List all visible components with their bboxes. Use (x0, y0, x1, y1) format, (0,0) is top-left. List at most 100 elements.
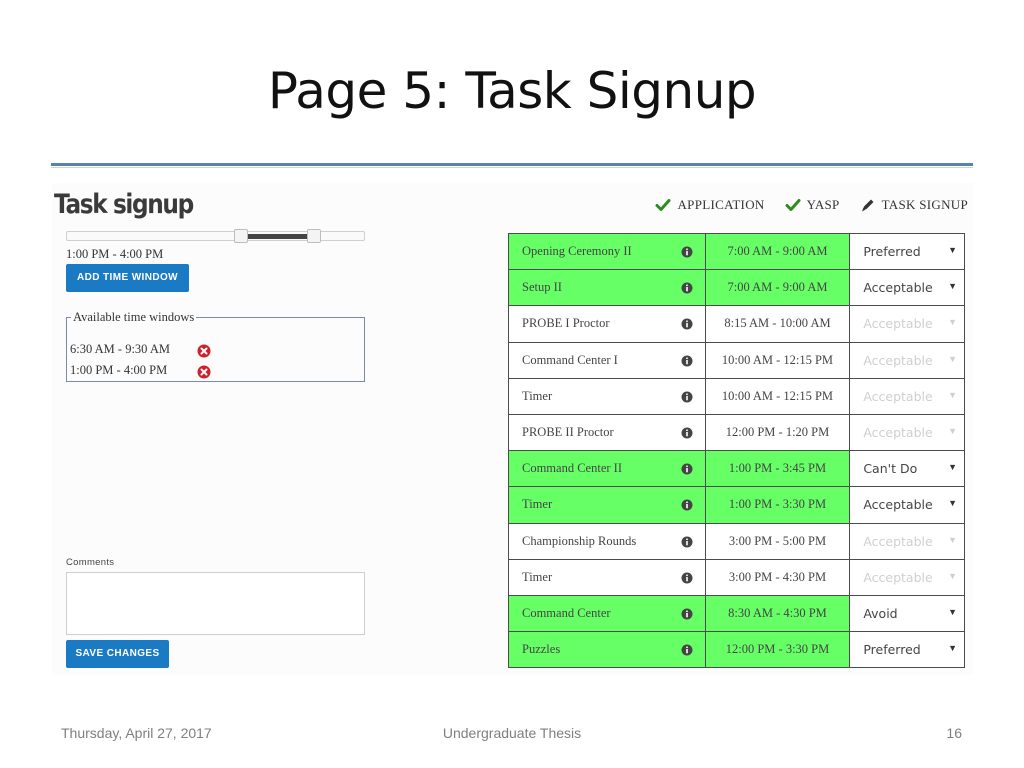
remove-icon[interactable] (197, 344, 211, 358)
info-icon[interactable] (681, 282, 693, 294)
info-icon[interactable] (681, 608, 693, 620)
task-signup-screenshot: Task signup APPLICATION YASP TASK SIGNUP… (52, 183, 973, 675)
step-label: YASP (806, 197, 840, 212)
info-icon[interactable] (681, 572, 693, 584)
pencil-icon (861, 199, 874, 212)
preference-select: Acceptable ▼ (849, 558, 965, 596)
task-time: 12:00 PM - 3:30 PM (704, 631, 851, 669)
info-icon[interactable] (681, 536, 693, 548)
preference-select: Acceptable ▼ (849, 341, 965, 379)
preference-value: Preferred (863, 244, 921, 259)
add-time-window-button[interactable]: ADD TIME WINDOW (66, 264, 189, 292)
task-name-cell: Opening Ceremony II (508, 232, 706, 271)
slide-title: Page 5: Task Signup (267, 62, 757, 120)
task-time: 3:00 PM - 5:00 PM (704, 522, 851, 560)
preference-select[interactable]: Preferred ▼ (849, 232, 965, 271)
step-task-signup[interactable]: TASK SIGNUP (860, 197, 968, 213)
task-row: Opening Ceremony II 7:00 AM - 9:00 AM Pref… (508, 232, 965, 271)
dropdown-arrow-icon: ▼ (948, 389, 957, 400)
time-range-slider[interactable] (66, 229, 365, 243)
task-name-cell: Timer (508, 558, 706, 596)
preference-select[interactable]: Acceptable ▼ (849, 269, 965, 307)
task-time: 10:00 AM - 12:15 PM (704, 341, 851, 379)
task-row: Setup II 7:00 AM - 9:00 AM Acceptable ▼ (508, 269, 965, 307)
task-name: Command Center I (522, 352, 618, 367)
preference-select: Acceptable ▼ (849, 522, 965, 560)
task-name-cell: Command Center II (508, 450, 706, 488)
task-name: Command Center II (522, 461, 622, 476)
task-row: Command Center 8:30 AM - 4:30 PM Avoid ▼ (508, 594, 965, 633)
comments-textarea[interactable] (66, 572, 365, 635)
preference-select[interactable]: Acceptable ▼ (849, 486, 965, 524)
task-row: Timer 10:00 AM - 12:15 PM Acceptable ▼ (508, 377, 965, 415)
available-windows-legend: Available time windows (71, 310, 197, 325)
task-name-cell: Setup II (508, 269, 706, 307)
footer-title: Undergraduate Thesis (442, 725, 582, 741)
available-windows-box: Available time windows 6:30 AM - 9:30 AM… (66, 310, 365, 382)
preference-select[interactable]: Avoid ▼ (849, 594, 965, 633)
preference-value: Acceptable (863, 569, 933, 585)
remove-icon[interactable] (197, 365, 211, 379)
task-time: 8:15 AM - 10:00 AM (704, 305, 851, 343)
slider-end-handle[interactable] (307, 229, 321, 243)
task-name: PROBE II Proctor (522, 425, 614, 440)
task-name: Opening Ceremony II (522, 244, 632, 259)
dropdown-arrow-icon: ▼ (948, 643, 957, 654)
step-label: APPLICATION (677, 197, 765, 212)
task-time: 7:00 AM - 9:00 AM (704, 232, 851, 271)
time-window-item: 6:30 AM - 9:30 AM (70, 342, 171, 356)
progress-steps: APPLICATION YASP TASK SIGNUP (635, 197, 968, 213)
task-name: Puzzles (522, 642, 561, 657)
dropdown-arrow-icon: ▼ (948, 281, 957, 292)
task-time: 12:00 PM - 1:20 PM (704, 413, 851, 452)
task-row: Puzzles 12:00 PM - 3:30 PM Preferred ▼ (508, 631, 965, 669)
dropdown-arrow-icon: ▼ (948, 534, 957, 545)
step-label: TASK SIGNUP (881, 197, 968, 212)
task-name: Timer (522, 497, 553, 512)
slider-start-handle[interactable] (234, 229, 248, 243)
preference-value: Acceptable (863, 352, 933, 368)
task-name-cell: Timer (508, 486, 706, 524)
page-number: 16 (946, 725, 962, 741)
checkmark-icon (785, 199, 801, 211)
task-row: Command Center II 1:00 PM - 3:45 PM Can't … (508, 450, 965, 488)
step-application[interactable]: APPLICATION (655, 197, 764, 213)
step-yasp[interactable]: YASP (785, 197, 840, 213)
preference-select[interactable]: Preferred ▼ (849, 631, 965, 669)
task-row: Timer 1:00 PM - 3:30 PM Acceptable ▼ (508, 486, 965, 524)
dropdown-arrow-icon: ▼ (948, 498, 957, 509)
info-icon[interactable] (681, 246, 693, 258)
info-icon[interactable] (681, 391, 693, 403)
task-time: 8:30 AM - 4:30 PM (704, 594, 851, 633)
task-name-cell: Championship Rounds (508, 522, 706, 560)
task-table: Opening Ceremony II 7:00 AM - 9:00 AM Pref… (508, 232, 965, 669)
app-title: Task signup (54, 189, 194, 220)
preference-value: Acceptable (863, 424, 933, 440)
task-name: PROBE I Proctor (522, 316, 610, 331)
dropdown-arrow-icon: ▼ (948, 317, 957, 328)
info-icon[interactable] (681, 355, 693, 367)
info-icon[interactable] (681, 318, 693, 330)
preference-select[interactable]: Can't Do ▼ (849, 450, 965, 488)
dropdown-arrow-icon: ▼ (948, 606, 957, 617)
title-divider-shadow (51, 167, 973, 168)
task-name-cell: PROBE I Proctor (508, 305, 706, 343)
slider-range (246, 234, 314, 239)
dropdown-arrow-icon: ▼ (948, 462, 957, 473)
task-name: Setup II (522, 280, 562, 295)
checkmark-icon (655, 199, 671, 211)
dropdown-arrow-icon: ▼ (948, 570, 957, 581)
save-changes-button[interactable]: SAVE CHANGES (66, 640, 169, 668)
info-icon[interactable] (681, 499, 693, 511)
task-name-cell: Timer (508, 377, 706, 415)
info-icon[interactable] (681, 644, 693, 656)
time-window-item: 1:00 PM - 4:00 PM (70, 363, 168, 377)
task-time: 7:00 AM - 9:00 AM (704, 269, 851, 307)
dropdown-arrow-icon: ▼ (948, 245, 957, 255)
preference-value: Acceptable (863, 533, 933, 549)
task-name: Timer (522, 569, 553, 584)
info-icon[interactable] (681, 463, 693, 475)
task-name-cell: Puzzles (508, 631, 706, 669)
preference-value: Acceptable (863, 497, 933, 513)
info-icon[interactable] (681, 427, 693, 439)
